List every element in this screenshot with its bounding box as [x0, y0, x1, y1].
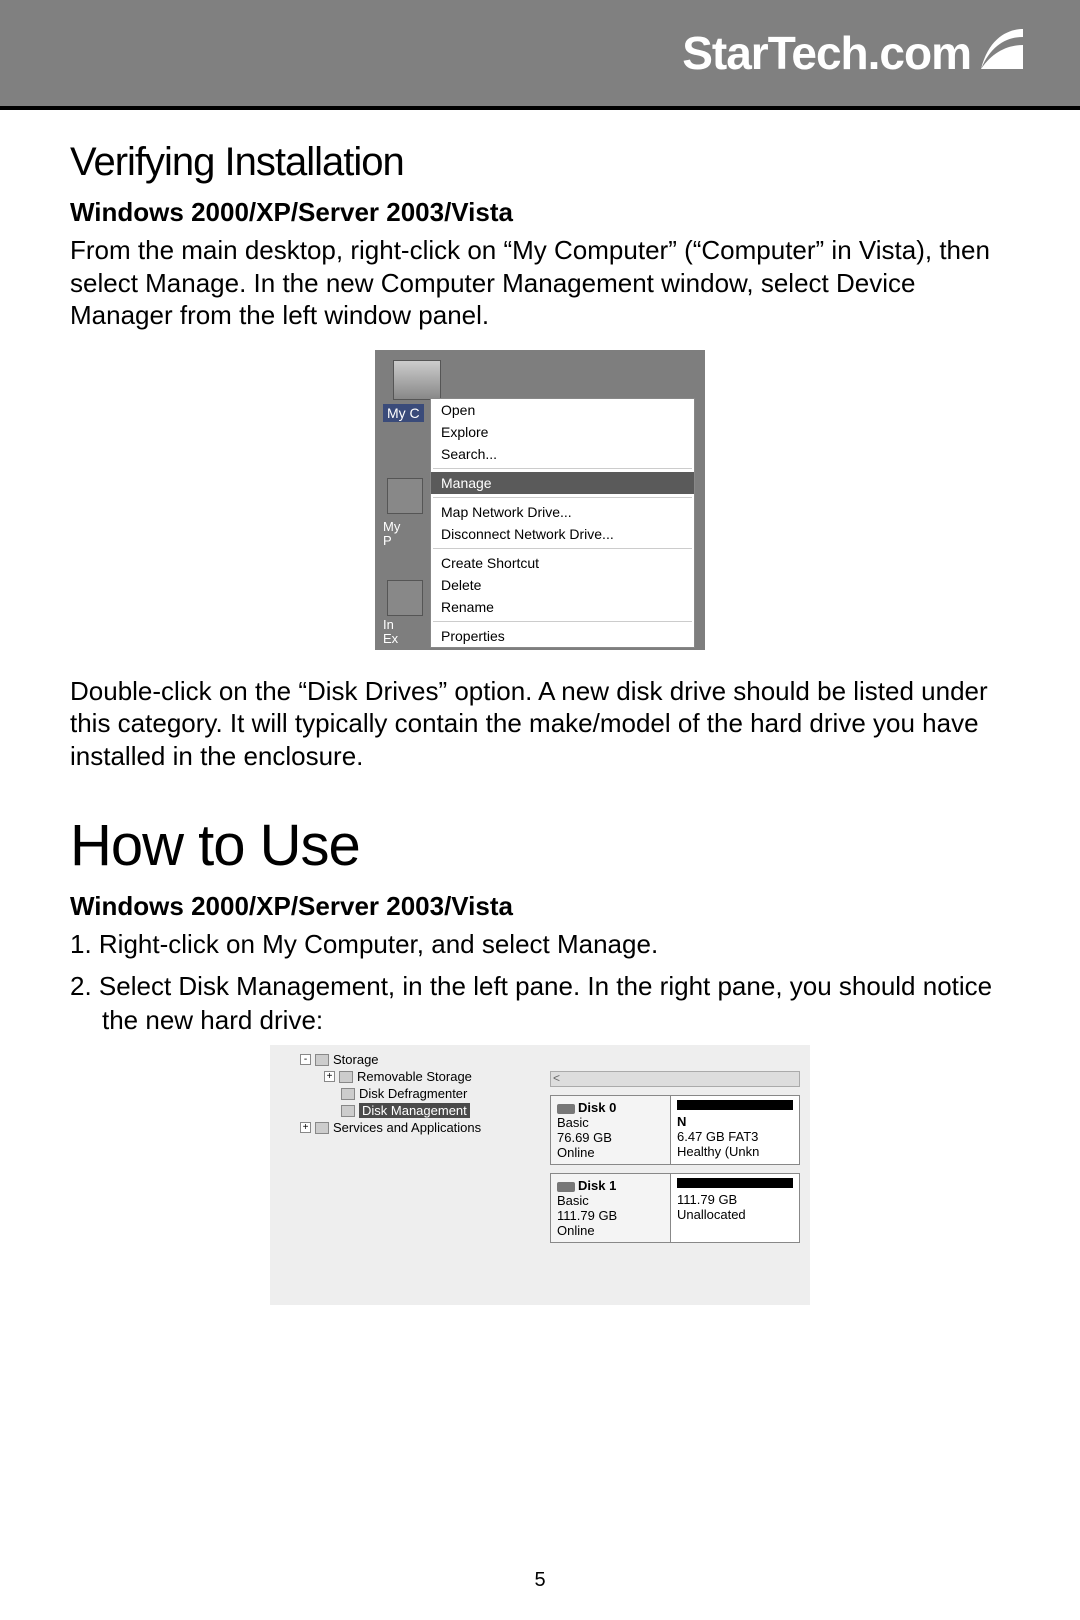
- figure-disk-management: - Storage + Removable Storage Disk Defragmen…: [70, 1045, 1010, 1310]
- page-number: 5: [0, 1569, 1080, 1592]
- disk-panel: Disk 0Basic76.69 GBOnlineN6.47 GB FAT3He…: [550, 1095, 800, 1251]
- tree-node-icon: [341, 1088, 355, 1100]
- section-heading-verifying: Verifying Installation: [70, 140, 1010, 185]
- mmc-tree: - Storage + Removable Storage Disk Defragmen…: [280, 1051, 540, 1136]
- context-menu-separator: [433, 548, 692, 549]
- tree-expander-icon[interactable]: +: [324, 1071, 335, 1082]
- brand-swoosh-icon: [979, 26, 1025, 80]
- desktop-icon-3: [387, 580, 423, 616]
- desktop-icon-3-label: In Ex: [383, 618, 398, 647]
- disk-icon: [557, 1182, 575, 1192]
- tree-item-label: Disk Management: [359, 1103, 470, 1118]
- tree-item[interactable]: + Removable Storage: [280, 1068, 540, 1085]
- context-menu-item[interactable]: Search...: [431, 443, 694, 465]
- page-content: Verifying Installation Windows 2000/XP/S…: [0, 110, 1080, 1310]
- tree-item-label: Storage: [333, 1052, 379, 1067]
- tree-expander-icon[interactable]: +: [300, 1122, 311, 1133]
- context-menu: OpenExploreSearch... Manage Map Network Dr…: [430, 398, 695, 648]
- para-verifying-1: From the main desktop, right-click on “M…: [70, 234, 1010, 332]
- my-computer-icon: [393, 360, 441, 400]
- tree-item-label: Services and Applications: [333, 1120, 481, 1135]
- context-menu-item[interactable]: Create Shortcut: [431, 552, 694, 574]
- header-bar: StarTech.com: [0, 0, 1080, 110]
- step-1: 1. Right-click on My Computer, and selec…: [70, 928, 1010, 962]
- tree-expander-icon[interactable]: -: [300, 1054, 311, 1065]
- step-2: 2. Select Disk Management, in the left p…: [70, 970, 1010, 1038]
- figure-context-menu: My C MyP In Ex OpenExploreSearch... Manag…: [70, 350, 1010, 655]
- section-heading-howto: How to Use: [70, 812, 1010, 879]
- tree-node-icon: [315, 1122, 329, 1134]
- context-menu-item[interactable]: Delete: [431, 574, 694, 596]
- disk-icon: [557, 1104, 575, 1114]
- context-menu-item[interactable]: Explore: [431, 421, 694, 443]
- context-menu-item[interactable]: Rename: [431, 596, 694, 618]
- subhead-os-2: Windows 2000/XP/Server 2003/Vista: [70, 891, 1010, 922]
- brand-text: StarTech.com: [682, 26, 971, 80]
- context-menu-separator: [433, 621, 692, 622]
- tree-node-icon: [341, 1105, 355, 1117]
- my-computer-label: My C: [383, 404, 424, 422]
- subhead-os-1: Windows 2000/XP/Server 2003/Vista: [70, 197, 1010, 228]
- disk-info: Disk 0Basic76.69 GBOnline: [551, 1096, 671, 1164]
- disk-block[interactable]: Disk 1Basic111.79 GBOnline111.79 GBUnall…: [550, 1173, 800, 1243]
- context-menu-separator: [433, 468, 692, 469]
- disk-partition[interactable]: N6.47 GB FAT3Healthy (Unkn: [671, 1096, 799, 1164]
- para-verifying-2: Double-click on the “Disk Drives” option…: [70, 675, 1010, 773]
- context-menu-item[interactable]: Open: [431, 399, 694, 421]
- disk-block[interactable]: Disk 0Basic76.69 GBOnlineN6.47 GB FAT3He…: [550, 1095, 800, 1165]
- desktop-icon-2-label: MyP: [383, 520, 400, 549]
- desktop-icon-2: [387, 478, 423, 514]
- tree-item[interactable]: + Services and Applications: [280, 1119, 540, 1136]
- disk-partition[interactable]: 111.79 GBUnallocated: [671, 1174, 799, 1242]
- disk-info: Disk 1Basic111.79 GBOnline: [551, 1174, 671, 1242]
- context-menu-item[interactable]: Manage: [431, 472, 694, 494]
- tree-node-icon: [315, 1054, 329, 1066]
- context-menu-item[interactable]: Map Network Drive...: [431, 501, 694, 523]
- scrollbar-horizontal[interactable]: [550, 1071, 800, 1087]
- tree-item[interactable]: - Storage: [280, 1051, 540, 1068]
- tree-item-label: Removable Storage: [357, 1069, 472, 1084]
- tree-item[interactable]: Disk Defragmenter: [280, 1085, 540, 1102]
- tree-node-icon: [339, 1071, 353, 1083]
- tree-item[interactable]: Disk Management: [280, 1102, 540, 1119]
- context-menu-separator: [433, 497, 692, 498]
- tree-item-label: Disk Defragmenter: [359, 1086, 467, 1101]
- context-menu-item[interactable]: Properties: [431, 625, 694, 647]
- context-menu-item[interactable]: Disconnect Network Drive...: [431, 523, 694, 545]
- brand-logo: StarTech.com: [682, 26, 1025, 80]
